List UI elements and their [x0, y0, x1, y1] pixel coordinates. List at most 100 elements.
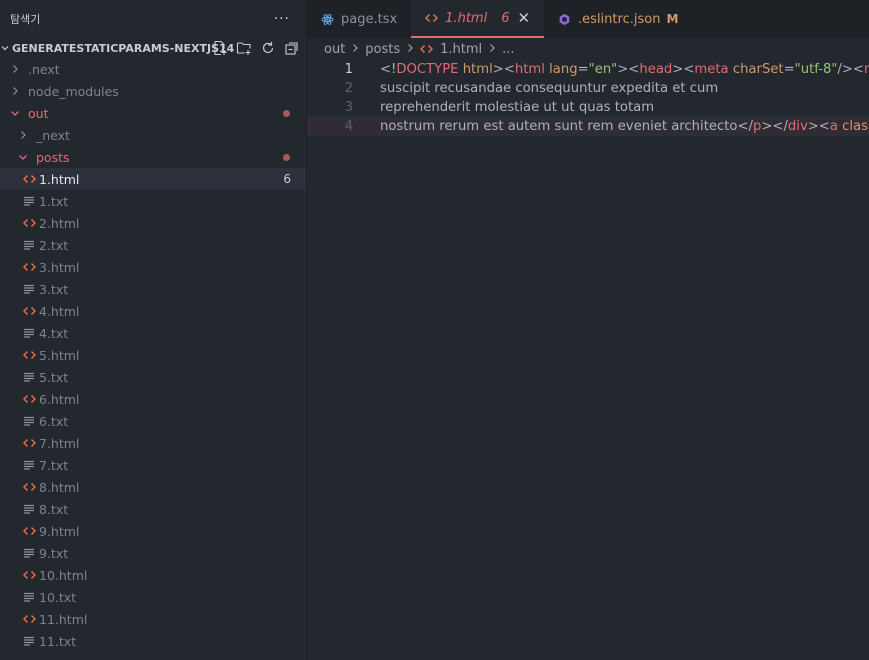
code-token: ></ — [761, 119, 788, 134]
project-header[interactable]: GENERATESTATICPARAMS-NEXTJS14 — [0, 38, 306, 58]
breadcrumb-item-out[interactable]: out — [324, 42, 345, 57]
tree-item-label: 3.txt — [39, 281, 69, 297]
refresh-icon[interactable] — [259, 39, 276, 56]
tree-file[interactable]: 5.html — [0, 344, 306, 366]
code-token: >< — [807, 119, 830, 134]
tree-file[interactable]: 10.html — [0, 564, 306, 586]
more-actions-button[interactable]: ··· — [274, 11, 290, 27]
text-file-icon — [22, 458, 36, 472]
code-token: = — [577, 62, 589, 77]
code-text: suscipit recusandae consequuntur expedit… — [380, 81, 718, 96]
tree-file[interactable]: 5.txt — [0, 366, 306, 388]
code-token: DOCTYPE — [396, 62, 459, 77]
tree-item-label: 9.txt — [39, 545, 69, 561]
modified-dot — [283, 154, 290, 161]
tree-file[interactable]: 4.html — [0, 300, 306, 322]
tree-item-label: 5.txt — [39, 369, 69, 385]
tree-item-label: 7.html — [39, 435, 80, 451]
tab-1-html[interactable]: 1.html 6 ✕ — [411, 0, 545, 38]
tree-file[interactable]: 6.txt — [0, 410, 306, 432]
tree-folder[interactable]: out — [0, 102, 306, 124]
tree-file[interactable]: 3.html — [0, 256, 306, 278]
code-token: "utf-8" — [794, 62, 838, 77]
tree-file[interactable]: 10.txt — [0, 586, 306, 608]
chevron-right-icon — [8, 84, 22, 98]
file-tree: .next node_modulesout _next posts 1.html 6 1.t… — [0, 58, 306, 652]
chevron-right-icon — [16, 128, 30, 142]
code-token: class — [842, 119, 869, 134]
new-file-icon[interactable] — [211, 39, 228, 56]
tree-item-label: node_modules — [28, 83, 119, 99]
code-line: 1 <!DOCTYPE html><html lang="en"><head><m… — [307, 60, 869, 79]
tree-file[interactable]: 9.html — [0, 520, 306, 542]
tree-file[interactable]: 2.txt — [0, 234, 306, 256]
code-token: >< — [492, 62, 515, 77]
code-text: reprehenderit molestiae ut ut quas totam — [380, 100, 654, 115]
project-name: GENERATESTATICPARAMS-NEXTJS14 — [12, 41, 235, 55]
tree-file[interactable]: 11.txt — [0, 630, 306, 652]
tree-folder[interactable]: _next — [0, 124, 306, 146]
text-file-icon — [22, 546, 36, 560]
tree-item-label: 10.txt — [39, 589, 77, 605]
breadcrumb-item-file[interactable]: 1.html — [440, 42, 482, 57]
html-file-icon — [22, 304, 36, 318]
tree-file[interactable]: 8.html — [0, 476, 306, 498]
tree-file[interactable]: 6.html — [0, 388, 306, 410]
chevron-right-icon — [351, 43, 359, 56]
tree-file[interactable]: 3.txt — [0, 278, 306, 300]
collapse-all-icon[interactable] — [283, 39, 300, 56]
tree-item-label: 2.txt — [39, 237, 69, 253]
tab-eslintrc-json[interactable]: .eslintrc.json M — [544, 0, 692, 38]
tree-file[interactable]: 2.html — [0, 212, 306, 234]
chevron-right-icon — [406, 43, 414, 56]
tree-file[interactable]: 7.html — [0, 432, 306, 454]
tree-item-label: .next — [28, 61, 60, 77]
tree-file[interactable]: 7.txt — [0, 454, 306, 476]
text-file-icon — [22, 282, 36, 296]
html-file-icon — [22, 480, 36, 494]
tree-item-label: out — [28, 105, 49, 121]
new-folder-icon[interactable] — [235, 39, 252, 56]
chevron-down-icon — [8, 106, 22, 120]
html-file-icon — [22, 612, 36, 626]
tree-file[interactable]: 9.txt — [0, 542, 306, 564]
tree-item-label: 10.html — [39, 567, 88, 583]
modified-dot — [283, 110, 290, 117]
code-token: lang — [549, 62, 578, 77]
breadcrumb-item-posts[interactable]: posts — [365, 42, 400, 57]
tree-file[interactable]: 1.txt — [0, 190, 306, 212]
code-token: meta — [694, 62, 729, 77]
chevron-right-icon — [8, 62, 22, 76]
html-icon — [425, 12, 439, 24]
tree-folder[interactable]: posts — [0, 146, 306, 168]
code-line: 3 reprehenderit molestiae ut ut quas tota… — [307, 98, 869, 117]
tab-label: 1.html — [445, 10, 488, 26]
tree-file[interactable]: 1.html 6 — [0, 168, 306, 190]
tree-folder[interactable]: .next — [0, 58, 306, 80]
chevron-down-icon — [16, 150, 30, 164]
code-token: = — [783, 62, 795, 77]
react-icon — [321, 13, 334, 26]
explorer-sidebar: 탐색기 ··· GENERATESTATICPARAMS-NEXTJS14 .n… — [0, 0, 307, 660]
tree-item-label: 4.txt — [39, 325, 69, 341]
tree-file[interactable]: 11.html — [0, 608, 306, 630]
code-text: <!DOCTYPE html><html lang="en"><head><me… — [380, 62, 869, 77]
line-number: 1 — [344, 62, 353, 77]
tree-file[interactable]: 8.txt — [0, 498, 306, 520]
close-icon[interactable]: ✕ — [517, 9, 530, 27]
tree-folder[interactable]: node_modules — [0, 80, 306, 102]
tree-item-label: 5.html — [39, 347, 80, 363]
tree-file[interactable]: 4.txt — [0, 322, 306, 344]
tree-item-label: 4.html — [39, 303, 80, 319]
text-file-icon — [22, 370, 36, 384]
code-editor[interactable]: 1 <!DOCTYPE html><html lang="en"><head><m… — [307, 60, 869, 660]
tab-page-tsx[interactable]: page.tsx — [307, 0, 411, 38]
tree-item-label: 6.html — [39, 391, 80, 407]
code-token: a — [829, 119, 838, 134]
chevron-down-icon — [0, 43, 10, 53]
tree-item-label: 7.txt — [39, 457, 69, 473]
html-file-icon — [22, 172, 36, 186]
breadcrumb-item-symbols[interactable]: ... — [502, 42, 514, 57]
tree-item-label: 1.txt — [39, 193, 69, 209]
line-number: 4 — [344, 119, 353, 134]
